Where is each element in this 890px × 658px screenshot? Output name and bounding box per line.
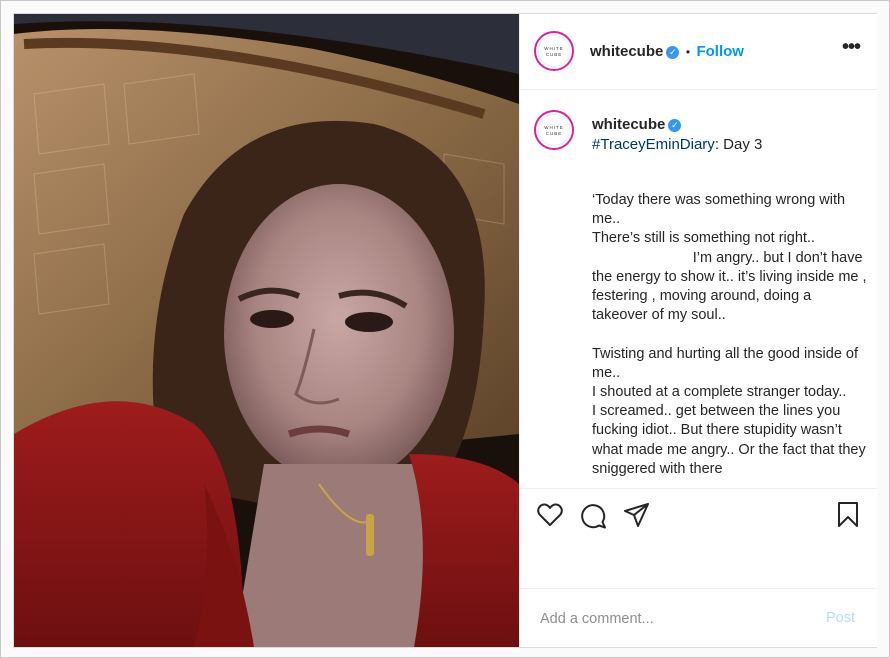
verified-badge-icon: ✓ [666,46,680,59]
caption-title-suffix: : Day 3 [714,136,763,153]
caption-avatar-logo-text: WHITE CUBE [544,125,564,136]
caption-username[interactable]: whitecube [592,116,665,133]
caption-user-row: whitecube ✓ [592,116,682,134]
header-separator: • [685,45,691,59]
caption-avatar[interactable]: WHITE CUBE [534,110,574,150]
heart-icon[interactable] [537,503,563,527]
comment-bubble-icon[interactable] [581,503,607,529]
hashtag-link[interactable]: #TraceyEminDiary [592,136,715,153]
post-header: WHITE CUBE whitecube ✓ • Follow ••• [520,14,877,90]
caption-verified-badge-icon: ✓ [668,119,682,132]
follow-button[interactable]: Follow [696,43,744,60]
header-username[interactable]: whitecube [590,43,663,60]
portrait-image [14,14,519,647]
comment-input[interactable] [538,607,802,631]
instagram-post: WHITE CUBE whitecube ✓ • Follow ••• WHITE… [13,13,877,648]
avatar[interactable]: WHITE CUBE [534,31,574,71]
caption-scroll-area[interactable]: WHITE CUBE whitecube ✓ #TraceyEminDiary: … [520,90,877,488]
comment-bar: Post [520,588,877,648]
paper-plane-icon[interactable] [624,503,650,527]
caption-title: #TraceyEminDiary: Day 3 [592,136,762,153]
header-user-row: whitecube ✓ • Follow [590,43,744,61]
more-options-icon[interactable]: ••• [842,37,861,57]
action-bar [520,488,877,589]
post-side-panel: WHITE CUBE whitecube ✓ • Follow ••• WHITE… [519,14,877,647]
post-comment-button[interactable]: Post [826,610,855,626]
screenshot-frame: WHITE CUBE whitecube ✓ • Follow ••• WHITE… [0,0,890,658]
bookmark-icon[interactable] [837,502,859,528]
post-photo[interactable] [14,14,519,647]
avatar-logo-text: WHITE CUBE [544,46,564,57]
caption-body: ‘Today there was something wrong with me… [592,192,867,477]
